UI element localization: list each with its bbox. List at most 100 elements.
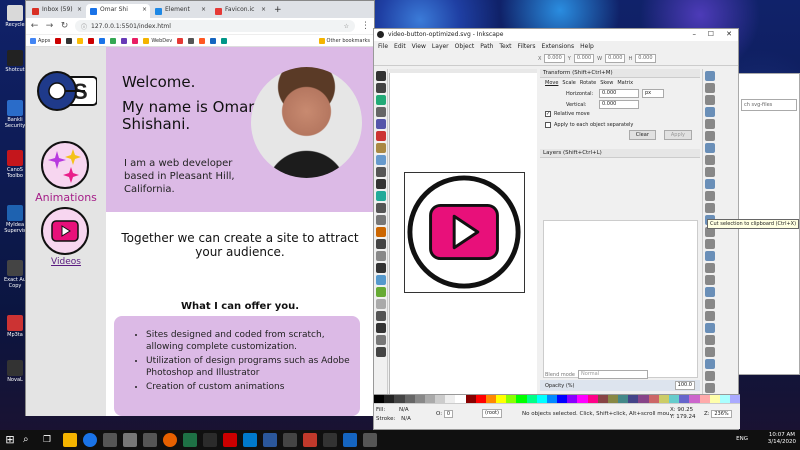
tab-rotate[interactable]: Rotate — [580, 80, 596, 86]
tool-icon[interactable] — [376, 167, 386, 177]
layer-select[interactable]: (root) — [482, 409, 502, 418]
forward-icon[interactable]: → — [45, 21, 54, 31]
color-swatch[interactable] — [648, 395, 659, 403]
tool-icon[interactable] — [376, 95, 386, 105]
color-swatch[interactable] — [465, 395, 476, 403]
back-icon[interactable]: ← — [30, 21, 39, 31]
tab-move[interactable]: Move — [545, 80, 558, 86]
tool-icon[interactable] — [376, 203, 386, 213]
tool-icon[interactable] — [376, 119, 386, 129]
color-swatch[interactable] — [526, 395, 537, 403]
apply-button[interactable]: Apply — [663, 130, 692, 140]
browser-tab[interactable]: × Favicon.ic — [211, 4, 269, 18]
bookmark-other[interactable]: Other bookmarks — [318, 37, 370, 44]
artboard[interactable] — [404, 172, 525, 293]
nav-videos-label[interactable]: Videos — [26, 257, 106, 267]
command-icon[interactable] — [705, 119, 715, 129]
search-icon[interactable]: ⌕ — [23, 433, 37, 447]
close-tab-icon[interactable]: × — [201, 6, 206, 13]
close-icon[interactable]: ✕ — [726, 30, 732, 38]
color-swatch[interactable] — [455, 395, 466, 403]
command-icon[interactable] — [705, 143, 715, 153]
command-icon[interactable] — [705, 275, 715, 285]
tab-scale[interactable]: Scale — [562, 80, 575, 86]
color-swatch[interactable] — [384, 395, 395, 403]
tool-icon[interactable] — [376, 275, 386, 285]
tab-matrix[interactable]: Matrix — [617, 80, 633, 86]
tab-skew[interactable]: Skew — [600, 80, 613, 86]
tool-icon[interactable] — [376, 71, 386, 81]
vscode-icon[interactable] — [243, 433, 257, 447]
color-swatch[interactable] — [719, 395, 731, 403]
tool-icon[interactable] — [376, 131, 386, 141]
separately-checkbox[interactable] — [545, 122, 551, 128]
color-swatch[interactable] — [557, 395, 568, 403]
tool-icon[interactable] — [376, 263, 386, 273]
tool-icon[interactable] — [376, 311, 386, 321]
bookmark-icon[interactable] — [88, 37, 95, 44]
color-swatch[interactable] — [607, 395, 619, 403]
tool-icon[interactable] — [376, 191, 386, 201]
command-icon[interactable] — [705, 179, 715, 189]
menu-item-filters[interactable]: Filters — [518, 43, 536, 50]
inkscape-taskbar-icon[interactable] — [203, 433, 217, 447]
color-swatch[interactable] — [679, 395, 690, 403]
command-icon[interactable] — [705, 131, 715, 141]
color-swatch[interactable] — [577, 395, 588, 403]
unit-select[interactable]: px — [642, 89, 664, 98]
x-field[interactable]: 0.000 — [544, 54, 565, 63]
reload-icon[interactable]: ↻ — [60, 21, 69, 31]
command-icon[interactable] — [705, 323, 715, 333]
color-swatch[interactable] — [424, 395, 436, 403]
tool-icon[interactable] — [376, 251, 386, 261]
tool-icon[interactable] — [376, 239, 386, 249]
relative-checkbox[interactable]: ✓ — [545, 111, 551, 117]
bookmark-icon[interactable] — [199, 37, 206, 44]
color-swatch[interactable] — [485, 395, 497, 403]
browser-tab[interactable]: × Inbox (59) — [28, 4, 85, 18]
address-bar[interactable]: ⓘ 127.0.0.1:5501/index.html ☆ — [75, 20, 355, 32]
canvas[interactable] — [389, 73, 537, 394]
tool-icon[interactable] — [376, 335, 386, 345]
color-swatch[interactable] — [404, 395, 415, 403]
animations-nav-icon[interactable] — [41, 141, 89, 189]
app-icon[interactable] — [223, 433, 237, 447]
calculator-icon[interactable] — [123, 433, 137, 447]
firefox-icon[interactable] — [163, 433, 177, 447]
app-icon[interactable] — [323, 433, 337, 447]
horizontal-field[interactable]: 0.000 — [599, 89, 639, 98]
command-icon[interactable] — [705, 359, 715, 369]
tool-icon[interactable] — [376, 287, 386, 297]
layers-list[interactable] — [543, 220, 698, 378]
tool-icon[interactable] — [376, 83, 386, 93]
app-icon[interactable] — [363, 433, 377, 447]
vertical-field[interactable]: 0.000 — [599, 100, 639, 109]
tool-icon[interactable] — [376, 107, 386, 117]
excel-icon[interactable] — [183, 433, 197, 447]
color-swatch[interactable] — [689, 395, 700, 403]
bookmark-icon[interactable] — [110, 37, 117, 44]
menu-item-extensions[interactable]: Extensions — [542, 43, 575, 50]
language-indicator[interactable]: ENG — [736, 436, 748, 442]
opacity-field[interactable]: 100.0 — [674, 381, 695, 390]
bookmark-webdev[interactable]: WebDev — [143, 37, 172, 44]
command-icon[interactable] — [705, 263, 715, 273]
tool-icon[interactable] — [376, 299, 386, 309]
menu-item-layer[interactable]: Layer — [432, 43, 449, 50]
color-swatch[interactable] — [496, 395, 507, 403]
bookmark-icon[interactable] — [221, 37, 228, 44]
command-icon[interactable] — [705, 155, 715, 165]
color-swatch[interactable] — [475, 395, 486, 403]
clock[interactable]: 10:07 AM 3/14/2020 — [768, 432, 796, 446]
start-icon[interactable]: ⊞ — [3, 433, 17, 447]
menu-item-edit[interactable]: Edit — [394, 43, 406, 50]
new-tab-button[interactable]: + — [271, 4, 285, 18]
tool-icon[interactable] — [376, 215, 386, 225]
command-icon[interactable] — [705, 371, 715, 381]
videos-nav-icon[interactable] — [41, 207, 89, 255]
maximize-icon[interactable]: ☐ — [708, 30, 714, 38]
chrome-icon[interactable] — [83, 433, 97, 447]
menu-icon[interactable]: ⋮ — [361, 21, 370, 31]
command-icon[interactable] — [705, 239, 715, 249]
bookmark-icon[interactable] — [77, 37, 84, 44]
